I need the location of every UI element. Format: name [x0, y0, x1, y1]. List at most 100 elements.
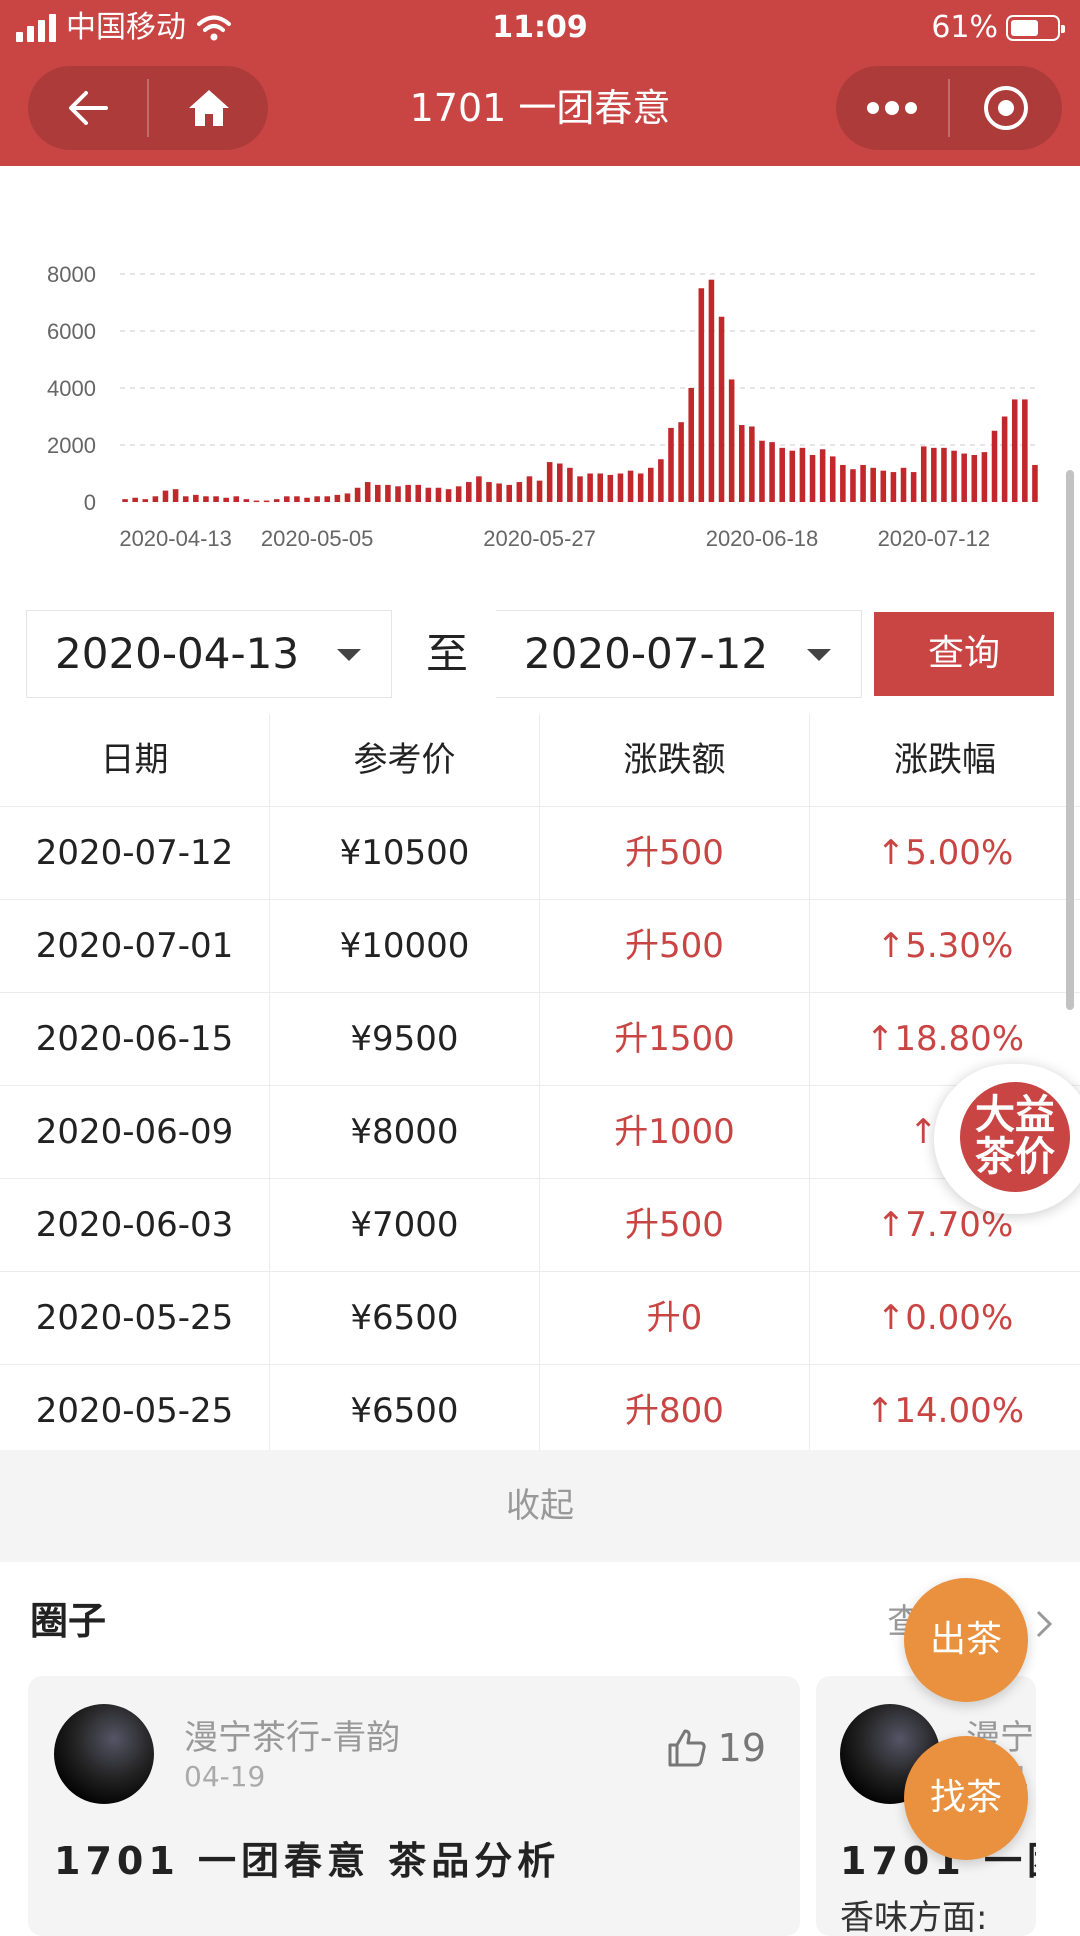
bar — [1022, 399, 1028, 502]
y-tick-label: 8000 — [47, 262, 96, 287]
cell-change: 升1500 — [540, 993, 810, 1085]
bar — [294, 496, 300, 502]
bar — [486, 482, 492, 502]
bar — [577, 476, 583, 502]
bar — [607, 474, 614, 502]
price-history-table: 日期 参考价 涨跌额 涨跌幅 2020-07-12 ¥10500 升500 ↑5.00% 202… — [0, 714, 1080, 1458]
bar — [284, 496, 290, 502]
bar — [375, 484, 381, 502]
sell-tea-button[interactable]: 出茶 — [904, 1578, 1028, 1702]
bar — [455, 486, 462, 502]
bar — [162, 490, 169, 502]
price-bar-chart: 0 2000 4000 6000 8000 2020-04-13 2020-05-05 202… — [47, 262, 1040, 551]
table-row: 2020-06-15 ¥9500 升1500 ↑18.80% — [0, 993, 1080, 1086]
float-logo-button[interactable]: 大益茶价 — [934, 1064, 1080, 1214]
bar — [334, 494, 341, 502]
bar — [931, 447, 937, 502]
bar — [233, 496, 240, 502]
scrollbar[interactable] — [1066, 470, 1074, 1010]
bar — [466, 482, 472, 502]
cell-change: 升500 — [540, 1179, 810, 1271]
date-query-bar: 2020-04-13 至 2020-07-12 查询 — [26, 610, 1054, 698]
y-tick-label: 6000 — [47, 319, 96, 344]
bar — [850, 469, 856, 502]
end-date-select[interactable]: 2020-07-12 — [496, 610, 862, 698]
bar — [172, 489, 179, 502]
thumbs-up-icon — [668, 1729, 706, 1767]
bar — [557, 463, 563, 502]
bar — [203, 496, 209, 502]
table-row: 2020-07-12 ¥10500 升500 ↑5.00% — [0, 807, 1080, 900]
cell-change: 升500 — [540, 900, 810, 992]
bar — [779, 447, 785, 502]
more-button[interactable] — [836, 66, 948, 150]
start-date-value: 2020-04-13 — [55, 629, 300, 678]
table-row: 2020-05-25 ¥6500 升800 ↑14.00% — [0, 1365, 1080, 1458]
target-circle-icon — [984, 86, 1028, 130]
post-title: 1701 一团春意 茶品分析 — [54, 1839, 561, 1883]
bar — [809, 454, 816, 502]
bar — [546, 462, 553, 502]
y-tick-label: 0 — [84, 490, 96, 515]
cell-date: 2020-06-03 — [0, 1179, 270, 1271]
start-date-select[interactable]: 2020-04-13 — [26, 610, 392, 698]
bar — [910, 472, 917, 502]
cell-change-pct: ↑5.30% — [876, 926, 1014, 966]
cell-date: 2020-07-12 — [0, 807, 270, 899]
x-tick-label: 2020-05-05 — [261, 526, 374, 551]
bar — [142, 499, 149, 502]
bar — [223, 497, 229, 502]
table-row: 2020-06-09¥8000升1000↑14 — [0, 1086, 1080, 1179]
bar — [567, 467, 573, 502]
cell-change: 升1000 — [540, 1086, 810, 1178]
post-card[interactable]: 漫宁茶行-青韵 04-19 19 1701 一团春意 茶品分析 — [28, 1676, 800, 1936]
bar — [395, 486, 401, 502]
bar — [708, 279, 715, 502]
cell-date: 2020-06-09 — [0, 1086, 270, 1178]
bar — [314, 496, 320, 502]
cell-change: 升0 — [540, 1272, 810, 1364]
bar — [152, 496, 159, 502]
find-tea-button[interactable]: 找茶 — [904, 1736, 1028, 1860]
table-row: 2020-07-01 ¥10000 升500 ↑5.30% — [0, 900, 1080, 993]
table-row: 2020-05-25 ¥6500 升0 ↑0.00% — [0, 1272, 1080, 1365]
bar — [526, 476, 533, 502]
bar — [819, 449, 826, 502]
bar — [405, 484, 411, 502]
x-tick-label: 2020-04-13 — [119, 526, 232, 551]
collapse-button[interactable]: 收起 — [0, 1450, 1080, 1562]
cell-price: ¥7000 — [270, 1179, 540, 1271]
cell-price: ¥10000 — [270, 900, 540, 992]
status-time: 11:09 — [492, 10, 588, 45]
post-author: 漫宁茶行-青韵 — [184, 1718, 401, 1758]
bar — [789, 450, 796, 502]
bar — [213, 496, 219, 502]
query-button[interactable]: 查询 — [874, 612, 1054, 696]
bar — [132, 497, 138, 502]
like-button[interactable]: 19 — [666, 1726, 766, 1770]
header: 中国移动 11:09 61% 1701 一团春意 — [0, 0, 1080, 166]
cell-change-pct: ↑0.00% — [876, 1298, 1014, 1338]
battery-percent: 61% — [931, 10, 998, 45]
post-excerpt: 香味方面: — [840, 1898, 988, 1936]
bar — [425, 487, 432, 502]
bar — [647, 467, 654, 502]
x-tick-label: 2020-07-12 — [878, 526, 991, 551]
bar — [668, 427, 674, 502]
bar — [860, 464, 866, 502]
cell-change: 升500 — [540, 807, 810, 899]
bar — [243, 499, 250, 502]
bar — [698, 288, 705, 502]
bar — [273, 499, 280, 502]
end-date-value: 2020-07-12 — [524, 629, 769, 678]
close-miniapp-button[interactable] — [950, 66, 1062, 150]
cell-change: 升800 — [540, 1365, 810, 1457]
bar — [829, 456, 836, 502]
cell-date: 2020-06-15 — [0, 993, 270, 1085]
like-count: 19 — [717, 1726, 766, 1770]
dayi-logo: 大益茶价 — [960, 1082, 1070, 1192]
x-tick-label: 2020-05-27 — [483, 526, 596, 551]
bar — [1011, 399, 1018, 502]
bar — [415, 484, 422, 502]
bar — [506, 484, 513, 502]
